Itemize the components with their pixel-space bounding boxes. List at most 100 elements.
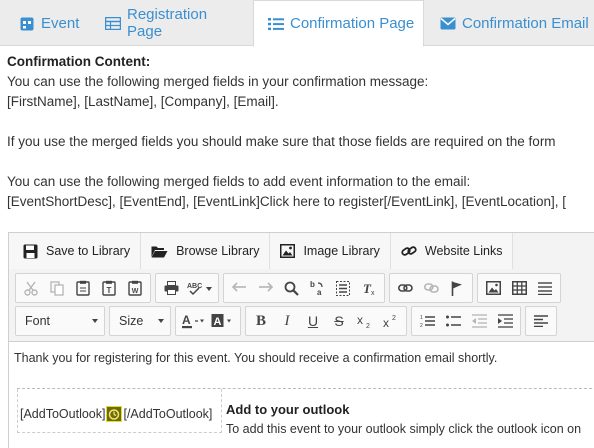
print-spell-group: ABC <box>155 273 219 303</box>
outlook-link-cell: [AddToOutlook] [/AddToOutlook] <box>17 389 222 433</box>
background-color-icon[interactable]: A <box>209 309 237 333</box>
outlook-title: Add to your outlook <box>226 402 350 417</box>
list-icon <box>268 16 284 32</box>
floppy-disk-icon <box>23 244 38 258</box>
unlink-icon[interactable] <box>419 276 443 300</box>
svg-text:ABC: ABC <box>187 283 202 290</box>
save-to-library-label: Save to Library <box>46 244 131 258</box>
svg-text:1: 1 <box>420 315 423 321</box>
font-dropdown-label: Font <box>25 314 51 328</box>
envelope-icon <box>440 15 456 31</box>
tab-event[interactable]: Event <box>10 0 86 46</box>
paste-text-icon[interactable]: T <box>97 276 121 300</box>
redo-icon[interactable] <box>253 276 277 300</box>
undo-icon[interactable] <box>227 276 251 300</box>
svg-text:T: T <box>107 286 112 295</box>
editor-toolbar-row-1: T W ABC ba Tx <box>15 273 561 303</box>
event-fields-list: [EventShortDesc], [EventEnd], [EventLink… <box>7 194 567 209</box>
color-group: A A <box>175 306 241 336</box>
outlook-close-tag: [/AddToOutlook] <box>123 407 213 421</box>
paste-icon[interactable] <box>71 276 95 300</box>
svg-text:x: x <box>357 314 363 327</box>
rich-text-editor: Save to Library Browse Library Image Lib… <box>8 232 594 448</box>
size-dropdown[interactable]: Size <box>109 306 171 336</box>
select-all-icon[interactable] <box>331 276 355 300</box>
table-icon <box>105 15 121 31</box>
tab-registration-page[interactable]: Registration Page <box>96 0 246 46</box>
tab-confirmation-page[interactable]: Confirmation Page <box>253 0 424 47</box>
save-to-library-button[interactable]: Save to Library <box>9 233 142 269</box>
merged-fields-warning: If you use the merged fields you should … <box>7 134 556 149</box>
svg-text:a: a <box>317 288 322 296</box>
cut-icon[interactable] <box>19 276 43 300</box>
undo-redo-group: ba Tx <box>223 273 385 303</box>
browse-library-button[interactable]: Browse Library <box>141 233 271 269</box>
remove-format-icon[interactable]: Tx <box>357 276 381 300</box>
outlook-calendar-icon[interactable] <box>106 406 123 422</box>
italic-icon[interactable]: I <box>275 309 299 333</box>
horizontal-rule-icon[interactable] <box>533 276 557 300</box>
size-dropdown-label: Size <box>119 314 144 328</box>
underline-icon[interactable]: U <box>301 309 325 333</box>
text-style-group: B I U S x2 x2 <box>245 306 407 336</box>
merged-fields-intro: You can use the following merged fields … <box>7 74 429 89</box>
add-to-outlook-table: [AddToOutlook] [/AddToOutlook] Add to yo… <box>17 388 594 448</box>
svg-text:x: x <box>371 290 375 296</box>
svg-text:x: x <box>383 316 389 328</box>
find-icon[interactable] <box>279 276 303 300</box>
bold-icon[interactable]: B <box>249 309 273 333</box>
paste-word-icon[interactable]: W <box>123 276 147 300</box>
anchor-flag-icon[interactable] <box>445 276 469 300</box>
text-color-icon[interactable]: A <box>179 309 207 333</box>
tab-bar: Event Registration Page Confirmation Pag… <box>0 0 594 47</box>
tab-event-label: Event <box>41 14 80 32</box>
tab-confirmation-email[interactable]: Confirmation Email <box>432 0 594 46</box>
link-icon <box>401 246 417 256</box>
svg-text:W: W <box>132 288 139 295</box>
list-group: 12 <box>411 306 521 336</box>
svg-text:2: 2 <box>366 323 370 328</box>
image-library-button[interactable]: Image Library <box>270 233 391 269</box>
editor-content-area[interactable]: Thank you for registering for this event… <box>9 341 594 448</box>
outlook-info-cell: Add to your outlook To add this event to… <box>225 389 594 436</box>
link-group <box>389 273 473 303</box>
image-library-label: Image Library <box>303 244 380 258</box>
clipboard-group: T W <box>15 273 151 303</box>
confirmation-content-heading: Confirmation Content: <box>7 54 151 69</box>
svg-text:A: A <box>214 316 222 328</box>
spellcheck-icon[interactable]: ABC <box>185 276 215 300</box>
bullet-list-icon[interactable] <box>441 309 465 333</box>
chevron-down-icon <box>92 319 98 323</box>
subscript-icon[interactable]: x2 <box>353 309 377 333</box>
editor-toolbar-row-2: Font Size A A B I U S x2 x2 12 <box>15 306 557 336</box>
indent-icon[interactable] <box>493 309 517 333</box>
library-toolbar: Save to Library Browse Library Image Lib… <box>9 233 594 269</box>
font-dropdown[interactable]: Font <box>15 306 105 336</box>
superscript-icon[interactable]: x2 <box>379 309 403 333</box>
event-fields-intro: You can use the following merged fields … <box>7 174 471 189</box>
svg-text:2: 2 <box>392 315 396 322</box>
copy-icon[interactable] <box>45 276 69 300</box>
table-icon[interactable] <box>507 276 531 300</box>
tab-confirmation-page-label: Confirmation Page <box>290 15 415 32</box>
outdent-icon[interactable] <box>467 309 491 333</box>
merged-fields-list: [FirstName], [LastName], [Company], [Ema… <box>7 94 279 109</box>
strikethrough-icon[interactable]: S <box>327 309 351 333</box>
outlook-description: To add this event to your outlook simply… <box>226 422 582 436</box>
replace-icon[interactable]: ba <box>305 276 329 300</box>
insert-link-icon[interactable] <box>393 276 417 300</box>
insert-group <box>477 273 561 303</box>
svg-text:2: 2 <box>420 323 423 328</box>
print-icon[interactable] <box>159 276 183 300</box>
picture-icon <box>280 244 296 258</box>
svg-text:b: b <box>310 280 315 289</box>
image-icon[interactable] <box>481 276 505 300</box>
website-links-button[interactable]: Website Links <box>390 233 514 269</box>
outlook-merge-field: [AddToOutlook] [/AddToOutlook] <box>20 406 212 422</box>
numbered-list-icon[interactable]: 12 <box>415 309 439 333</box>
website-links-label: Website Links <box>424 244 503 258</box>
event-icon <box>19 15 35 31</box>
align-left-icon[interactable] <box>529 309 553 333</box>
